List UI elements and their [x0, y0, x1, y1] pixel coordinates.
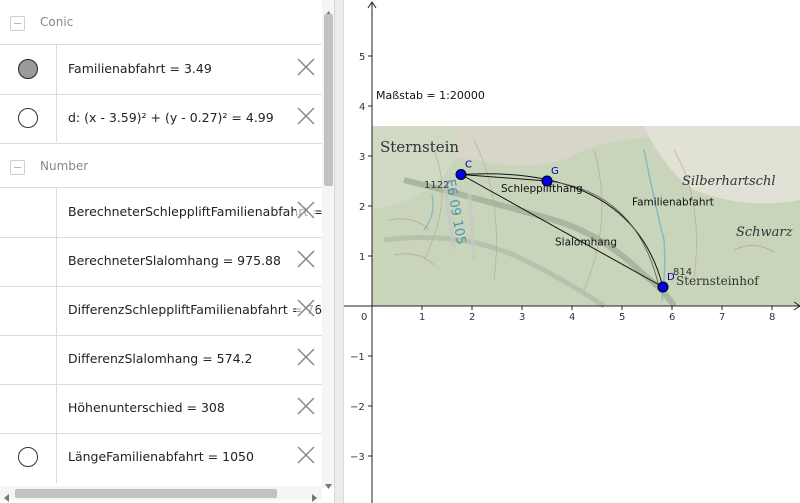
group-label: Conic	[40, 15, 74, 29]
y-tick-label: −1	[350, 352, 365, 363]
visibility-marble-off-icon[interactable]	[18, 447, 38, 467]
point-c[interactable]	[455, 169, 467, 180]
algebra-view: Conic Familienabfahrt = 3.49 d: (x - 3.5…	[0, 0, 334, 503]
point-label: G	[551, 166, 559, 177]
algebra-expression[interactable]: BerechneterSlalomhang = 975.88	[68, 253, 281, 268]
close-icon[interactable]	[296, 298, 316, 318]
algebra-expression[interactable]: LängeFamilienabfahrt = 1050	[68, 449, 254, 464]
scroll-right-arrow-icon[interactable]	[310, 488, 319, 502]
label-slalomhang: Slalomhang	[555, 237, 617, 249]
close-icon[interactable]	[296, 106, 316, 126]
map-label-sternstein: Sternstein	[380, 138, 459, 156]
algebra-expression[interactable]: Familienabfahrt = 3.49	[68, 61, 212, 76]
close-icon[interactable]	[296, 57, 316, 77]
algebra-row[interactable]: DifferenzSchleppliftFamilienabfahrt = 76…	[0, 286, 334, 335]
group-header-conic[interactable]: Conic	[0, 0, 322, 44]
marble-gutter	[0, 434, 57, 483]
scroll-left-arrow-icon[interactable]	[2, 488, 11, 502]
x-tick-label: 6	[669, 312, 675, 323]
x-tick-label: 7	[719, 312, 725, 323]
y-tick-label: 1	[359, 252, 365, 263]
topographic-map-image: Sternstein 1122 E6 09 105 Silberhartschl…	[372, 126, 800, 309]
x-tick-label: 5	[619, 312, 625, 323]
close-icon[interactable]	[296, 347, 316, 367]
view-divider[interactable]	[334, 0, 344, 503]
y-tick-label: 5	[359, 52, 365, 63]
marble-gutter	[0, 238, 57, 286]
close-icon[interactable]	[296, 445, 316, 465]
x-tick-label: 1	[419, 312, 425, 323]
marble-gutter	[0, 188, 57, 237]
close-icon[interactable]	[296, 249, 316, 269]
marble-gutter	[0, 287, 57, 335]
algebra-row[interactable]: LängeFamilienabfahrt = 1050	[0, 433, 322, 483]
algebra-row[interactable]: BerechneterSchleppliftFamilienabfahrt = …	[0, 187, 334, 237]
point-d[interactable]	[657, 281, 669, 293]
vertical-scroll-thumb[interactable]	[324, 14, 333, 186]
visibility-marble-on-icon[interactable]	[18, 59, 38, 79]
point-label: D	[667, 272, 675, 283]
visibility-marble-off-icon[interactable]	[18, 108, 38, 128]
x-tick-label: 4	[569, 312, 575, 323]
scale-text[interactable]: Maßstab = 1:20000	[376, 89, 485, 102]
x-tick-label: 2	[469, 312, 475, 323]
collapse-toggle-icon[interactable]	[10, 160, 25, 175]
map-label-schwarz: Schwarz	[736, 225, 793, 240]
group-header-number[interactable]: Number	[0, 143, 322, 187]
algebra-expression[interactable]: DifferenzSchleppliftFamilienabfahrt = 76…	[68, 302, 334, 317]
algebra-expression[interactable]: BerechneterSchleppliftFamilienabfahrt = …	[68, 204, 334, 219]
point-label: C	[465, 160, 472, 171]
y-tick-label: 3	[359, 152, 365, 163]
x-tick-label: 8	[769, 312, 775, 323]
marble-gutter	[0, 95, 57, 142]
close-icon[interactable]	[296, 200, 316, 220]
horizontal-scroll-thumb[interactable]	[15, 489, 277, 498]
algebra-expression[interactable]: d: (x - 3.59)² + (y - 0.27)² = 4.99	[68, 110, 274, 125]
algebra-row[interactable]: d: (x - 3.59)² + (y - 0.27)² = 4.99	[0, 94, 322, 142]
map-label-height: 814	[673, 267, 692, 278]
marble-gutter	[0, 45, 57, 94]
algebra-expression[interactable]: DifferenzSlalomhang = 574.2	[68, 351, 252, 366]
graphics-view[interactable]: Sternstein 1122 E6 09 105 Silberhartschl…	[344, 0, 800, 503]
collapse-toggle-icon[interactable]	[10, 16, 25, 31]
algebra-row[interactable]: DifferenzSlalomhang = 574.2	[0, 335, 322, 384]
algebra-row[interactable]: Familienabfahrt = 3.49	[0, 44, 322, 94]
label-familienabfahrt: Familienabfahrt	[632, 197, 714, 209]
algebra-row[interactable]: Höhenunterschied = 308	[0, 384, 322, 433]
point-g[interactable]	[541, 175, 553, 187]
algebra-expression[interactable]: Höhenunterschied = 308	[68, 400, 225, 415]
y-tick-label: 4	[359, 102, 365, 113]
label-schlepplifthang: Schlepplifthang	[501, 183, 583, 195]
x-tick-label: 3	[519, 312, 525, 323]
origin-label: 0	[361, 312, 367, 323]
group-label: Number	[40, 159, 89, 173]
scroll-up-arrow-icon[interactable]	[324, 2, 333, 16]
y-tick-label: −2	[350, 402, 365, 413]
close-icon[interactable]	[296, 396, 316, 416]
marble-gutter	[0, 336, 57, 384]
map-label-silberhartschl: Silberhartschl	[682, 174, 776, 189]
y-tick-label: −3	[350, 452, 365, 463]
y-tick-label: 2	[359, 202, 365, 213]
algebra-row[interactable]: BerechneterSlalomhang = 975.88	[0, 237, 322, 286]
scroll-down-arrow-icon[interactable]	[324, 476, 333, 489]
marble-gutter	[0, 385, 57, 433]
